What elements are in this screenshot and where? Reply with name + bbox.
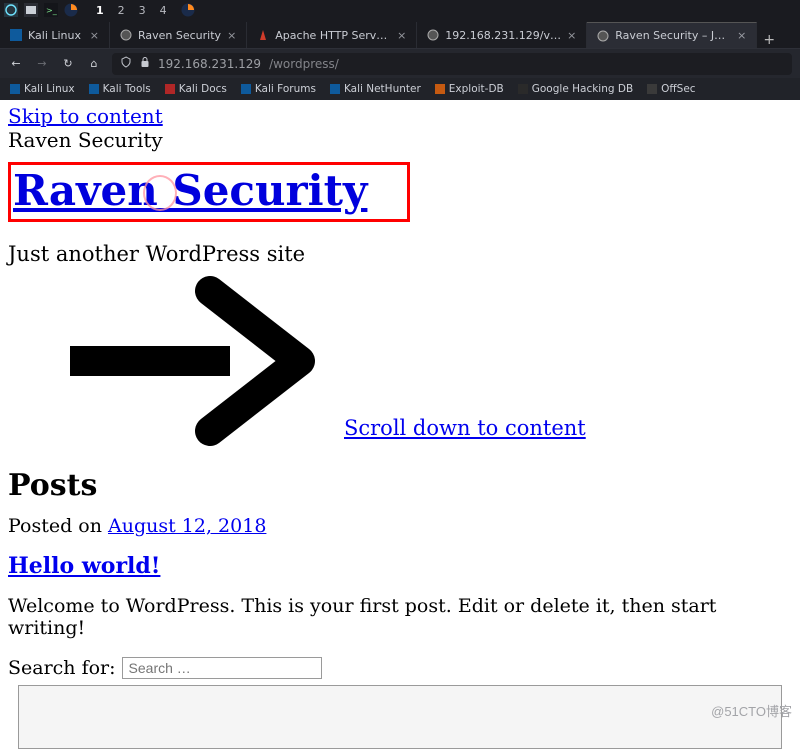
- url-bar[interactable]: 192.168.231.129/wordpress/: [112, 53, 792, 75]
- back-button[interactable]: ←: [8, 57, 24, 70]
- bookmark-nethunter[interactable]: Kali NetHunter: [330, 83, 421, 95]
- bookmark-label: Kali Docs: [179, 83, 227, 95]
- offsec-icon: [647, 84, 657, 94]
- files-icon[interactable]: [24, 3, 38, 17]
- tab-label: 192.168.231.129/vendor/VER…: [445, 29, 561, 42]
- doc-icon: [165, 84, 175, 94]
- terminal-icon[interactable]: >_: [44, 3, 58, 17]
- reload-button[interactable]: ↻: [60, 57, 76, 70]
- close-icon[interactable]: ×: [567, 29, 576, 42]
- bookmark-label: Kali NetHunter: [344, 83, 421, 95]
- favicon-generic-icon: [427, 29, 439, 41]
- workspace-1[interactable]: 1: [96, 4, 104, 17]
- os-titlebar: >_ 1 2 3 4: [0, 0, 800, 20]
- bookmark-kali-linux[interactable]: Kali Linux: [10, 83, 75, 95]
- scroll-down-link[interactable]: Scroll down to content: [344, 416, 586, 440]
- bookmark-kali-docs[interactable]: Kali Docs: [165, 83, 227, 95]
- tab-raven-security[interactable]: Raven Security ×: [110, 22, 247, 48]
- kali-icon: [241, 84, 251, 94]
- home-button[interactable]: ⌂: [86, 57, 102, 70]
- ghdb-icon: [518, 84, 528, 94]
- bookmark-label: OffSec: [661, 83, 695, 95]
- tab-label: Apache HTTP Server Ver…: [275, 29, 391, 42]
- search-input[interactable]: [122, 657, 322, 679]
- site-title-link[interactable]: Raven Security: [13, 166, 367, 215]
- favicon-generic-icon: [120, 29, 132, 41]
- bookmark-label: Kali Forums: [255, 83, 316, 95]
- tab-apache[interactable]: Apache HTTP Server Ver… ×: [247, 22, 417, 48]
- firefox-icon[interactable]: [64, 3, 78, 17]
- bookmark-label: Exploit-DB: [449, 83, 504, 95]
- close-icon[interactable]: ×: [397, 29, 406, 42]
- forward-button[interactable]: →: [34, 57, 50, 70]
- kali-icon: [89, 84, 99, 94]
- tab-vendor[interactable]: 192.168.231.129/vendor/VER… ×: [417, 22, 587, 48]
- bookmark-label: Kali Tools: [103, 83, 151, 95]
- app-menu-icon[interactable]: [4, 3, 18, 17]
- bookmark-offsec[interactable]: OffSec: [647, 83, 695, 95]
- bookmark-exploitdb[interactable]: Exploit-DB: [435, 83, 504, 95]
- bookmarks-bar: Kali Linux Kali Tools Kali Docs Kali For…: [0, 78, 800, 100]
- tab-label: Raven Security: [138, 29, 221, 42]
- brand-text: Raven Security: [8, 128, 792, 152]
- page-content: Skip to content Raven Security Raven Sec…: [0, 100, 800, 749]
- new-tab-button[interactable]: +: [757, 32, 781, 48]
- tab-label: Kali Linux: [28, 29, 81, 42]
- favicon-generic-icon: [597, 30, 609, 42]
- exploit-icon: [435, 84, 445, 94]
- posted-on-label: Posted on: [8, 515, 108, 537]
- skip-to-content-link[interactable]: Skip to content: [8, 104, 163, 128]
- kali-icon: [330, 84, 340, 94]
- bookmark-kali-tools[interactable]: Kali Tools: [89, 83, 151, 95]
- arrow-right-icon: [60, 276, 320, 446]
- url-host: 192.168.231.129: [158, 57, 261, 71]
- close-icon[interactable]: ×: [227, 29, 236, 42]
- workspace-2[interactable]: 2: [118, 4, 125, 17]
- workspace-switcher[interactable]: 1 2 3 4: [96, 4, 167, 17]
- bookmark-label: Kali Linux: [24, 83, 75, 95]
- browser-chrome: >_ 1 2 3 4 Kali Linux × Raven Security ×: [0, 0, 800, 100]
- bookmark-ghdb[interactable]: Google Hacking DB: [518, 83, 633, 95]
- watermark: @51CTO博客: [711, 701, 792, 720]
- favicon-apache-icon: [257, 29, 269, 41]
- site-title: Raven Security: [13, 166, 367, 215]
- search-form: Search for:: [8, 657, 792, 679]
- workspace-3[interactable]: 3: [139, 4, 146, 17]
- close-icon[interactable]: ×: [90, 29, 99, 42]
- close-icon[interactable]: ×: [737, 29, 746, 42]
- bookmark-label: Google Hacking DB: [532, 83, 633, 95]
- lock-icon: [140, 56, 150, 71]
- search-label: Search for:: [8, 657, 116, 679]
- site-tagline: Just another WordPress site: [8, 242, 792, 266]
- posts-heading: Posts: [8, 468, 792, 503]
- firefox-tray-icon[interactable]: [181, 3, 195, 17]
- favicon-kali-icon: [10, 29, 22, 41]
- post-title: Hello world!: [8, 553, 792, 579]
- tab-kali-linux[interactable]: Kali Linux ×: [0, 22, 110, 48]
- post-date-link[interactable]: August 12, 2018: [108, 515, 266, 537]
- tab-wordpress-active[interactable]: Raven Security – Just anoth… ×: [587, 22, 757, 48]
- url-path: /wordpress/: [269, 57, 339, 71]
- tab-label: Raven Security – Just anoth…: [615, 29, 731, 42]
- workspace-4[interactable]: 4: [160, 4, 167, 17]
- kali-icon: [10, 84, 20, 94]
- post-excerpt: Welcome to WordPress. This is your first…: [8, 595, 792, 639]
- nav-toolbar: ← → ↻ ⌂ 192.168.231.129/wordpress/: [0, 48, 800, 78]
- bookmark-kali-forums[interactable]: Kali Forums: [241, 83, 316, 95]
- post-meta: Posted on August 12, 2018: [8, 515, 792, 537]
- content-box: [18, 685, 782, 749]
- svg-text:>_: >_: [46, 6, 58, 15]
- shield-icon: [120, 56, 132, 71]
- scroll-indicator-block: Scroll down to content: [60, 276, 792, 446]
- site-title-highlight-box: Raven Security: [8, 162, 410, 222]
- tab-strip: Kali Linux × Raven Security × Apache HTT…: [0, 20, 800, 48]
- post-title-link[interactable]: Hello world!: [8, 553, 160, 579]
